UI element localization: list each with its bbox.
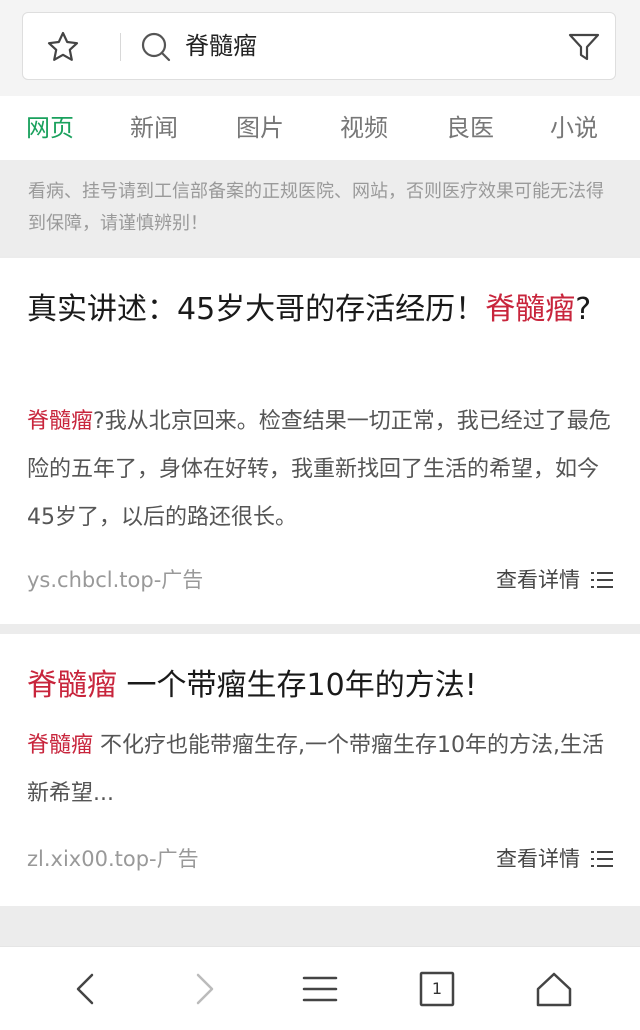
desc-text: 不化疗也能带瘤生存,一个带瘤生存10年的方法,生活新希望... <box>27 733 604 806</box>
title-text: 一个带瘤生存10年的方法! <box>117 668 477 703</box>
tab-novels[interactable]: 小说 <box>550 108 598 148</box>
filter-icon[interactable] <box>564 27 604 67</box>
desc-text: ?我从北京回来。检查结果一切正常，我已经过了最危险的五年了，身体在好转，我重新找… <box>27 409 611 530</box>
tab-images[interactable]: 图片 <box>236 108 284 148</box>
home-icon[interactable] <box>534 969 574 1009</box>
tab-videos[interactable]: 视频 <box>340 108 388 148</box>
notice-text: 看病、挂号请到工信部备案的正规医院、网站，否则医疗效果可能无法得到保障，请谨慎辨… <box>28 181 604 234</box>
view-details-label: 查看详情 <box>496 847 580 871</box>
forward-icon[interactable] <box>184 969 224 1009</box>
tab-news[interactable]: 新闻 <box>130 108 178 148</box>
result-card[interactable]: 真实讲述：45岁大哥的存活经历！脊髓瘤? 脊髓瘤?我从北京回来。检查结果一切正常… <box>0 258 640 624</box>
view-details-label: 查看详情 <box>496 568 580 592</box>
bottom-navigation: 1 <box>0 946 640 1030</box>
list-icon <box>591 572 613 588</box>
title-keyword: 脊髓瘤 <box>27 668 117 703</box>
desc-keyword: 脊髓瘤 <box>27 409 94 434</box>
view-details-button[interactable]: 查看详情 <box>496 844 614 874</box>
search-icon <box>141 32 171 62</box>
search-box[interactable]: 脊髓瘤 <box>22 12 616 80</box>
back-icon[interactable] <box>66 969 106 1009</box>
title-text: 真实讲述：45岁大哥的存活经历！ <box>27 292 486 327</box>
medical-notice: 看病、挂号请到工信部备案的正规医院、网站，否则医疗效果可能无法得到保障，请谨慎辨… <box>0 160 640 256</box>
title-suffix: ? <box>575 292 592 327</box>
tab-webpage[interactable]: 网页 <box>26 108 74 148</box>
desc-keyword: 脊髓瘤 <box>27 733 94 758</box>
search-divider <box>120 33 121 61</box>
result-description: 脊髓瘤 不化疗也能带瘤生存,一个带瘤生存10年的方法,生活新希望... <box>27 722 617 818</box>
tabs-button[interactable]: 1 <box>417 969 457 1009</box>
list-icon <box>591 851 613 867</box>
search-input[interactable]: 脊髓瘤 <box>185 29 257 63</box>
search-header: 脊髓瘤 <box>0 0 640 96</box>
result-title[interactable]: 脊髓瘤 一个带瘤生存10年的方法! <box>27 660 613 712</box>
tab-doctors[interactable]: 良医 <box>446 108 494 148</box>
search-tabs: 网页 新闻 图片 视频 良医 小说 <box>0 96 640 160</box>
result-source: zl.xix00.top-广告 <box>27 847 199 871</box>
menu-icon[interactable] <box>300 969 340 1009</box>
result-title[interactable]: 真实讲述：45岁大哥的存活经历！脊髓瘤? <box>27 284 613 336</box>
view-details-button[interactable]: 查看详情 <box>496 565 614 595</box>
title-keyword: 脊髓瘤 <box>485 292 576 327</box>
star-icon[interactable] <box>45 29 81 65</box>
tab-count: 1 <box>431 979 443 998</box>
result-source: ys.chbcl.top-广告 <box>27 568 204 592</box>
result-description: 脊髓瘤?我从北京回来。检查结果一切正常，我已经过了最危险的五年了，身体在好转，我… <box>27 398 617 542</box>
result-card[interactable]: 脊髓瘤 一个带瘤生存10年的方法! 脊髓瘤 不化疗也能带瘤生存,一个带瘤生存10… <box>0 634 640 906</box>
